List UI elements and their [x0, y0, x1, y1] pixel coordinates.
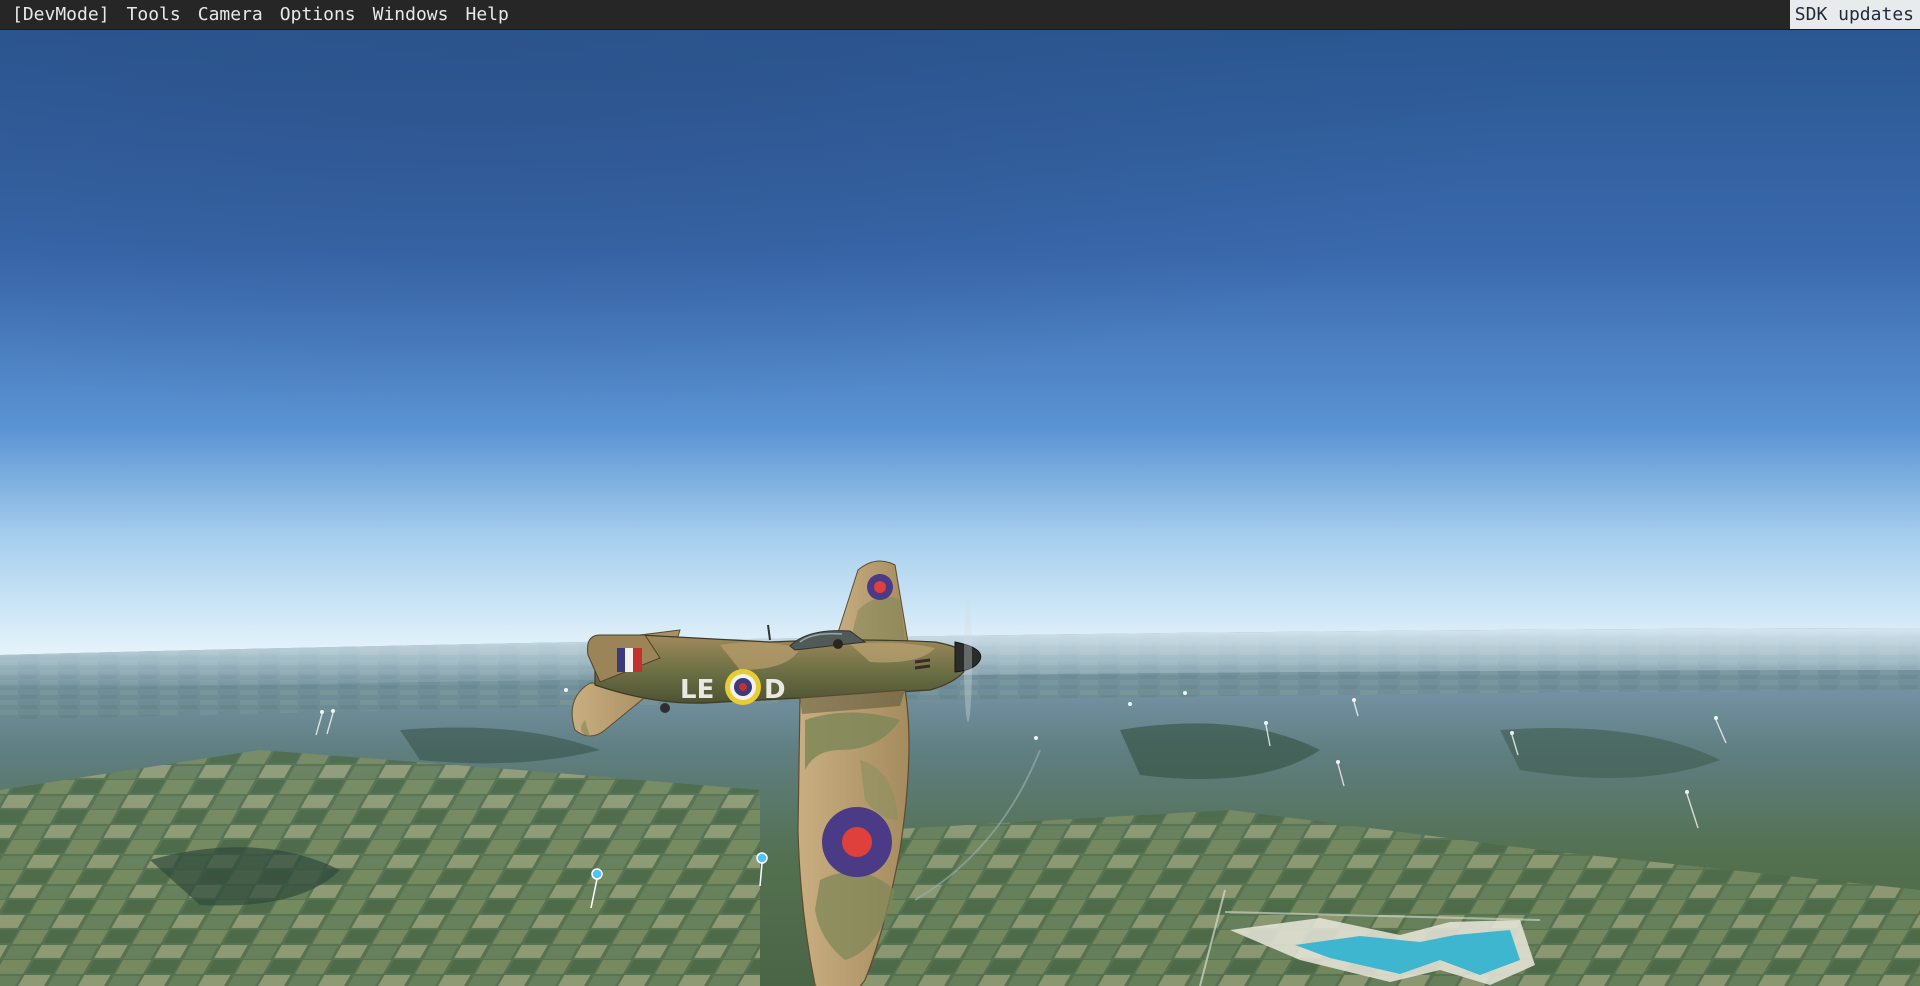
scene-render: LE D — [0, 30, 1920, 986]
menu-options[interactable]: Options — [272, 0, 364, 29]
menu-devmode[interactable]: [DevMode] — [1, 0, 118, 29]
menu-help[interactable]: Help — [457, 0, 516, 29]
simulator-window: [DevMode] Tools Camera Options Windows H… — [0, 0, 1920, 986]
sdk-updates-button[interactable]: SDK updates — [1789, 0, 1920, 29]
menu-camera[interactable]: Camera — [190, 0, 271, 29]
3d-viewport[interactable]: LE D — [0, 30, 1920, 986]
devmode-menu-bar: [DevMode] Tools Camera Options Windows H… — [0, 0, 1920, 30]
aircraft-code-left: LE — [680, 675, 714, 705]
aircraft-code-right: D — [764, 675, 786, 705]
menu-tools[interactable]: Tools — [119, 0, 189, 29]
menu-windows[interactable]: Windows — [365, 0, 457, 29]
